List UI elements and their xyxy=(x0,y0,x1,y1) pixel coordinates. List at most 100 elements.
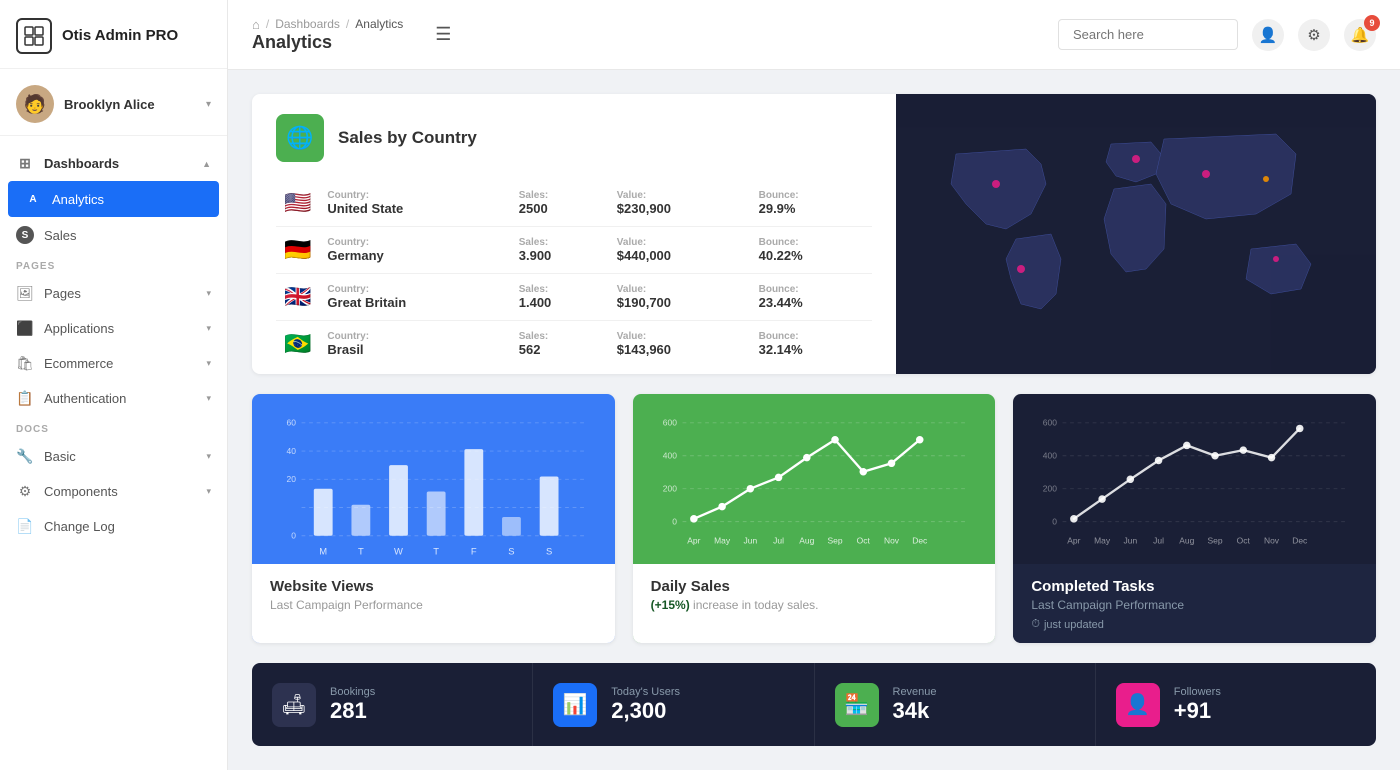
stat-value: 34k xyxy=(893,698,937,724)
completed-tasks-info: Completed Tasks Last Campaign Performanc… xyxy=(1013,564,1376,643)
sales-cell: Sales: 562 xyxy=(511,321,609,368)
svg-text:F: F xyxy=(471,546,477,557)
country-flag: 🇩🇪 xyxy=(276,227,319,274)
user-profile[interactable]: 🧑 Brooklyn Alice ▾ xyxy=(0,69,227,136)
stat-label: Bookings xyxy=(330,686,375,698)
sidebar-item-dashboards[interactable]: ⊞ Dashboards ▲ xyxy=(0,146,227,181)
authentication-label: Authentication xyxy=(44,391,126,406)
value-cell: Value: $143,960 xyxy=(609,321,751,368)
sidebar-item-authentication[interactable]: 📋 Authentication ▾ xyxy=(0,381,227,416)
svg-text:Aug: Aug xyxy=(1180,535,1195,545)
website-views-info: Website Views Last Campaign Performance … xyxy=(252,564,615,643)
svg-text:Jul: Jul xyxy=(1154,535,1165,545)
svg-text:0: 0 xyxy=(672,516,677,526)
bounce-cell: Bounce: 32.14% xyxy=(751,321,872,368)
daily-sales-highlight: (+15%) xyxy=(651,598,690,612)
dashboards-chevron-icon: ▲ xyxy=(202,159,211,169)
home-icon: ⌂ xyxy=(252,17,260,32)
completed-tasks-title: Completed Tasks xyxy=(1031,578,1358,595)
svg-text:0: 0 xyxy=(291,531,296,541)
sales-cell: Sales: 3.900 xyxy=(511,227,609,274)
clock-icon-2: ⏱ xyxy=(651,618,660,631)
logo-icon xyxy=(16,18,52,54)
table-row: 🇧🇷 Country: Brasil Sales: 562 Value: $14… xyxy=(276,321,872,368)
svg-text:400: 400 xyxy=(1043,451,1057,461)
svg-text:Nov: Nov xyxy=(884,535,900,545)
sidebar-logo: Otis Admin PRO xyxy=(0,0,227,69)
page-title: Analytics xyxy=(252,32,403,53)
country-flag: 🇧🇷 xyxy=(276,321,319,368)
country-cell: Country: Germany xyxy=(319,227,510,274)
bounce-cell: Bounce: 40.22% xyxy=(751,227,872,274)
country-cell: Country: Brasil xyxy=(319,321,510,368)
user-icon[interactable]: 👤 xyxy=(1252,19,1284,51)
completed-tasks-meta: ⏱ just updated xyxy=(1031,618,1358,631)
stat-text: Today's Users 2,300 xyxy=(611,686,680,724)
hamburger-icon[interactable]: ☰ xyxy=(435,24,451,45)
stat-label: Today's Users xyxy=(611,686,680,698)
search-input[interactable] xyxy=(1058,19,1238,50)
completed-tasks-subtitle: Last Campaign Performance xyxy=(1031,598,1358,612)
sidebar-item-pages[interactable]: 🖼 Pages ▾ xyxy=(0,276,227,311)
logo-text: Otis Admin PRO xyxy=(62,27,178,45)
table-row: 🇩🇪 Country: Germany Sales: 3.900 Value: … xyxy=(276,227,872,274)
stat-label: Followers xyxy=(1174,686,1221,698)
notifications-icon[interactable]: 🔔 9 xyxy=(1344,19,1376,51)
svg-text:Nov: Nov xyxy=(1264,535,1280,545)
country-flag: 🇬🇧 xyxy=(276,274,319,321)
daily-sales-subtitle: (+15%) increase in today sales. xyxy=(651,598,978,612)
stat-icon: 🛋 xyxy=(272,683,316,727)
stats-row: 🛋 Bookings 281 📊 Today's Users 2,300 🏪 R… xyxy=(252,663,1376,746)
world-map xyxy=(896,94,1376,374)
completed-tasks-chart: 600 400 200 0 xyxy=(1013,394,1376,564)
sidebar-item-components[interactable]: ⚙ Components ▾ xyxy=(0,474,227,509)
svg-text:Oct: Oct xyxy=(856,535,870,545)
daily-sales-info: Daily Sales (+15%) increase in today sal… xyxy=(633,564,996,643)
sales-letter: S xyxy=(16,226,34,244)
pages-label: Pages xyxy=(44,286,81,301)
notification-badge: 9 xyxy=(1364,15,1380,31)
settings-icon[interactable]: ⚙ xyxy=(1298,19,1330,51)
sidebar: Otis Admin PRO 🧑 Brooklyn Alice ▾ ⊞ Dash… xyxy=(0,0,228,770)
daily-sales-title: Daily Sales xyxy=(651,578,978,595)
changelog-icon: 📄 xyxy=(16,518,34,535)
svg-text:Dec: Dec xyxy=(912,535,928,545)
website-views-title: Website Views xyxy=(270,578,597,595)
website-views-meta: ⏱ campaign sent 2 days ago xyxy=(270,618,597,631)
sidebar-nav: ⊞ Dashboards ▲ A Analytics S Sales PAGES… xyxy=(0,136,227,770)
components-label: Components xyxy=(44,484,118,499)
svg-text:Sep: Sep xyxy=(827,535,842,545)
sidebar-item-basic[interactable]: 🔧 Basic ▾ xyxy=(0,439,227,474)
svg-text:May: May xyxy=(1094,535,1111,545)
applications-label: Applications xyxy=(44,321,114,336)
sales-label: Sales xyxy=(44,228,77,243)
svg-text:60: 60 xyxy=(287,418,297,428)
stat-icon: 👤 xyxy=(1116,683,1160,727)
dashboards-label: Dashboards xyxy=(44,156,119,171)
completed-tasks-card: 600 400 200 0 xyxy=(1013,394,1376,643)
docs-section-label: DOCS xyxy=(0,416,227,439)
svg-text:W: W xyxy=(394,546,403,557)
stat-value: 2,300 xyxy=(611,698,680,724)
table-row: 🇬🇧 Country: Great Britain Sales: 1.400 V… xyxy=(276,274,872,321)
sidebar-item-sales[interactable]: S Sales xyxy=(0,217,227,253)
sidebar-item-changelog[interactable]: 📄 Change Log xyxy=(0,509,227,544)
svg-text:Jun: Jun xyxy=(743,535,757,545)
breadcrumb-sep2: / xyxy=(346,17,349,31)
content: 🌐 Sales by Country 🇺🇸 Country: United St… xyxy=(228,70,1400,770)
ecommerce-icon: 🛍 xyxy=(16,355,34,372)
sidebar-item-ecommerce[interactable]: 🛍 Ecommerce ▾ xyxy=(0,346,227,381)
sidebar-item-analytics[interactable]: A Analytics xyxy=(8,181,219,217)
svg-text:0: 0 xyxy=(1053,516,1058,526)
pages-chevron-icon: ▾ xyxy=(206,288,211,299)
sidebar-item-applications[interactable]: ⬛ Applications ▾ xyxy=(0,311,227,346)
ecommerce-chevron-icon: ▾ xyxy=(206,358,211,369)
changelog-label: Change Log xyxy=(44,519,115,534)
clock-icon-3: ⏱ xyxy=(1031,618,1040,631)
svg-text:Aug: Aug xyxy=(799,535,814,545)
analytics-label: Analytics xyxy=(52,192,104,207)
charts-row: 60 40 20 0 M xyxy=(252,394,1376,643)
svg-text:200: 200 xyxy=(1043,484,1057,494)
user-chevron-icon: ▾ xyxy=(206,99,211,110)
stat-item: 📊 Today's Users 2,300 xyxy=(533,663,814,746)
